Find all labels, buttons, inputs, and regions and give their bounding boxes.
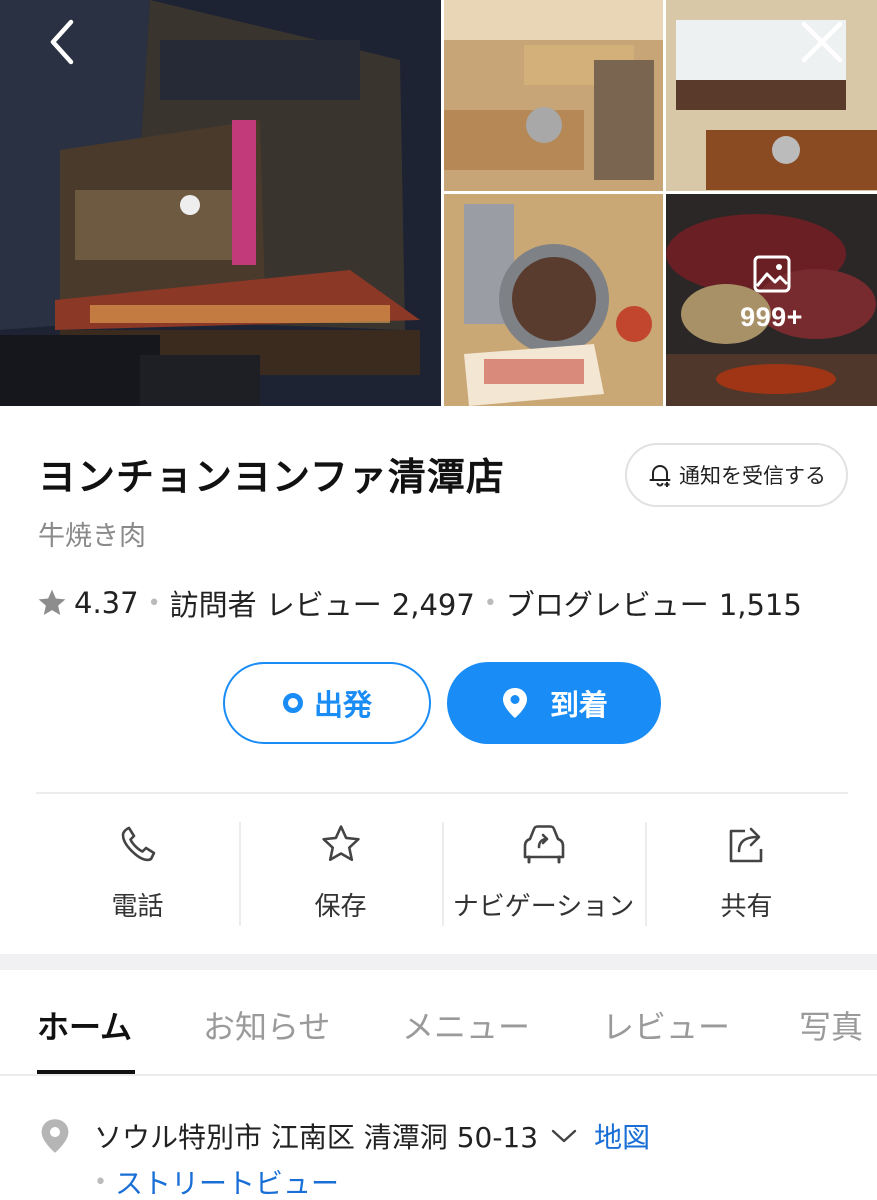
dining-hall-illustration [444,0,663,191]
photo-grill-table[interactable] [444,194,663,406]
section-gap [0,954,877,970]
photo-dining-hall[interactable] [444,0,663,191]
back-button[interactable] [34,14,90,70]
navigation-label: ナビゲーション [452,892,635,922]
street-view-link[interactable]: ストリートビュー [115,1162,339,1200]
blog-review-label: ブログレビュー [505,588,709,622]
tab-review[interactable]: レビュー [602,1002,730,1048]
blog-review-count: 1,515 [718,588,802,622]
close-button[interactable] [794,14,850,70]
arrive-label: 到着 [549,688,608,722]
close-icon [801,21,843,63]
street-view-row: • ストリートビュー [94,1162,339,1200]
rating-score: 4.37 [74,586,139,620]
depart-label: 出発 [313,688,372,722]
location-pin-icon [502,688,527,718]
address-expand-button[interactable] [550,1127,578,1145]
bell-add-icon [649,465,671,487]
notify-button[interactable]: 通知を受信する [625,443,848,507]
phone-icon [118,820,158,868]
chevron-down-icon [551,1129,577,1143]
share-icon [725,820,769,868]
action-row: 電話 保存 ナビゲーション 共有 [36,820,848,928]
visitor-review-link[interactable]: 訪問者 レビュー 2,497 [170,582,475,624]
arrive-button[interactable]: 到着 [447,662,661,744]
visitor-review-count: 2,497 [391,588,475,622]
star-icon [319,820,363,868]
tab-menu[interactable]: メニュー [402,1002,530,1048]
share-button[interactable]: 共有 [645,820,848,928]
navigation-button[interactable]: ナビゲーション [442,820,645,928]
grill-table-illustration [444,194,663,406]
photo-gallery: 999+ [0,0,877,406]
tab-home[interactable]: ホーム [37,1002,132,1048]
street-view-separator: • [94,1169,107,1195]
notify-label: 通知を受信する [679,464,826,488]
origin-dot-icon [282,693,303,713]
blog-review-link[interactable]: ブログレビュー 1,515 [506,582,802,624]
navigation-car-icon [521,820,567,868]
place-title: ヨンチョンヨンファ清潭店 [38,455,505,499]
depart-button[interactable]: 出発 [223,662,431,744]
visitor-review-label: 訪問者 レビュー [169,588,382,622]
address-text: ソウル特別市 江南区 清潭洞 50-13 [94,1121,539,1154]
active-tab-indicator [37,1070,135,1074]
rating-row: 4.37 • 訪問者 レビュー 2,497 • ブログレビュー 1,515 [36,582,802,624]
share-label: 共有 [720,892,773,922]
call-label: 電話 [111,892,164,922]
image-icon [753,255,790,293]
tab-photo[interactable]: 写真 [799,1002,863,1048]
rating-separator: • [147,590,161,616]
more-photos-button[interactable]: 999+ [666,254,877,333]
rating-separator: • [483,590,497,616]
map-link[interactable]: 地図 [594,1116,650,1156]
location-pin-icon [41,1119,69,1153]
star-rating-icon [38,589,66,615]
chevron-left-icon [50,19,74,65]
save-button[interactable]: 保存 [239,820,442,928]
more-photos-count: 999+ [740,302,803,332]
save-label: 保存 [314,892,367,922]
call-button[interactable]: 電話 [36,820,239,928]
divider [36,792,848,794]
tab-news[interactable]: お知らせ [203,1002,330,1048]
address-row: ソウル特別市 江南区 清潭洞 50-13 地図 [38,1116,650,1156]
place-category: 牛焼き肉 [38,521,146,552]
tab-bar: ホーム お知らせ メニュー レビュー 写真 [0,970,877,1076]
